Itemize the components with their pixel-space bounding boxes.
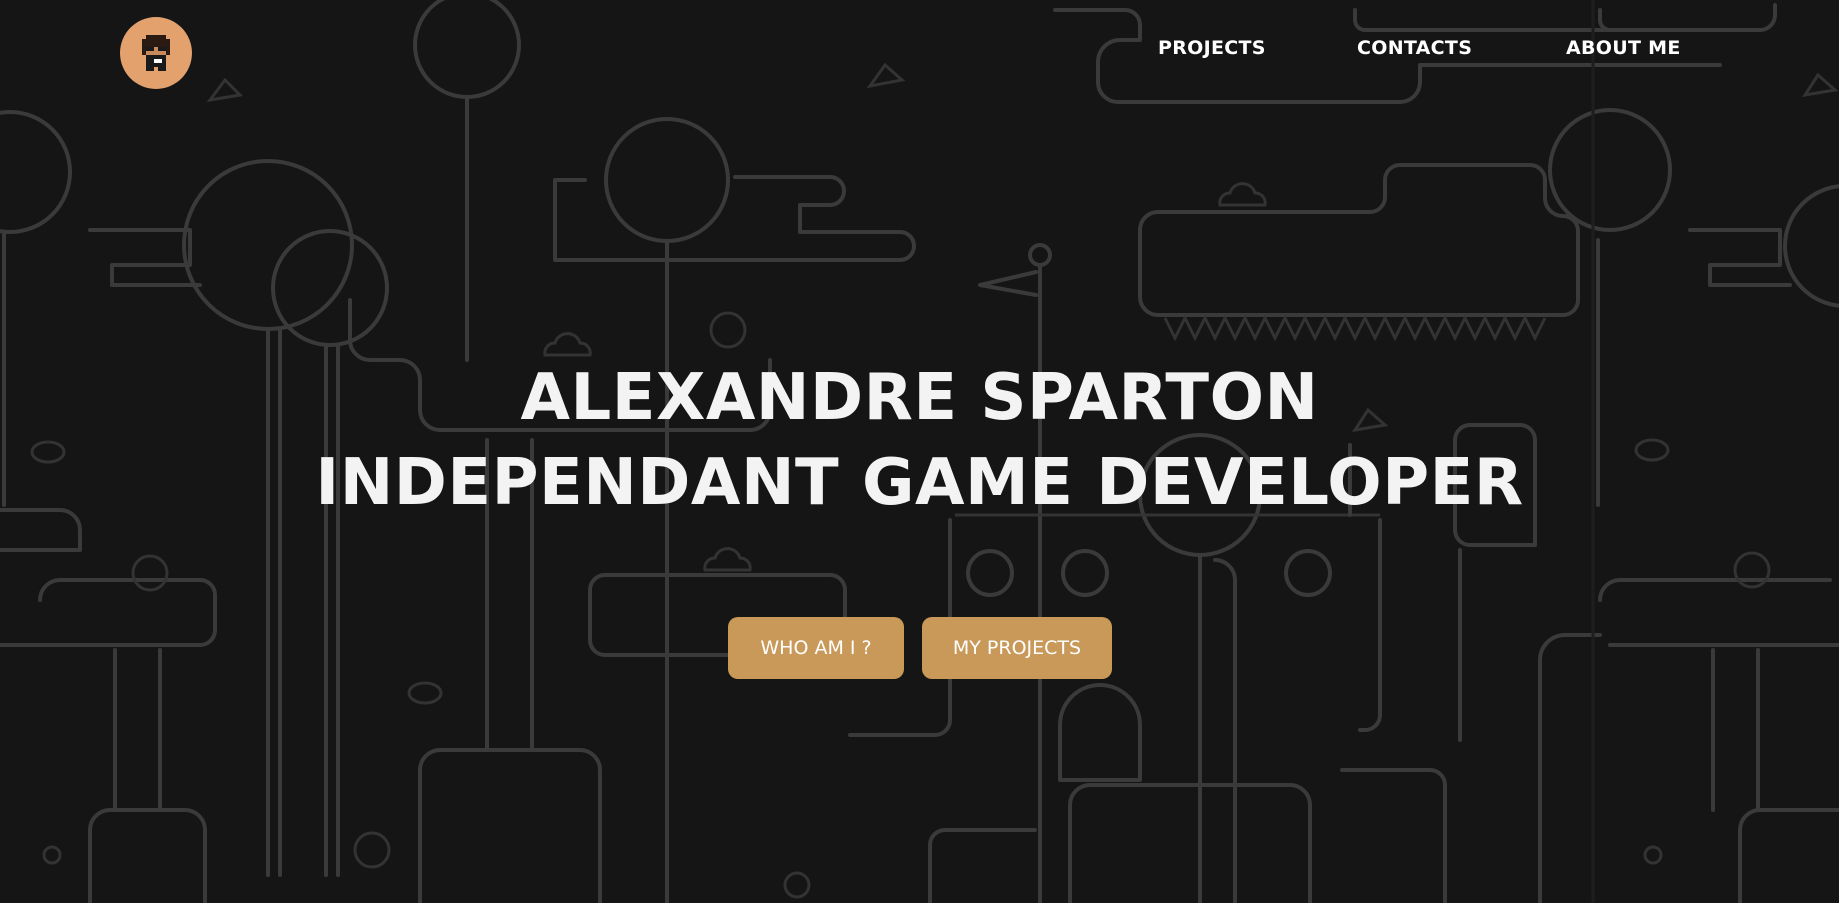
hero-name: ALEXANDRE SPARTON [520, 361, 1319, 435]
nav-projects-link[interactable]: PROJECTS [1158, 37, 1266, 59]
nav-contacts-link[interactable]: CONTACTS [1357, 37, 1472, 59]
my-projects-button[interactable]: MY PROJECTS [922, 617, 1112, 679]
top-navbar: PROJECTS CONTACTS ABOUT ME [0, 0, 1839, 104]
who-am-i-button[interactable]: WHO AM I ? [728, 617, 904, 679]
pixel-character-icon [142, 35, 170, 71]
nav-about-me-link[interactable]: ABOUT ME [1566, 37, 1681, 59]
hero-section: ALEXANDRE SPARTON INDEPENDANT GAME DEVEL… [0, 356, 1839, 526]
hero-buttons: WHO AM I ? MY PROJECTS [728, 617, 1112, 679]
logo-avatar[interactable] [120, 17, 192, 89]
hero-subtitle: INDEPENDANT GAME DEVELOPER [315, 446, 1524, 520]
landing-page: PROJECTS CONTACTS ABOUT ME ALEXANDRE SPA… [0, 0, 1839, 903]
